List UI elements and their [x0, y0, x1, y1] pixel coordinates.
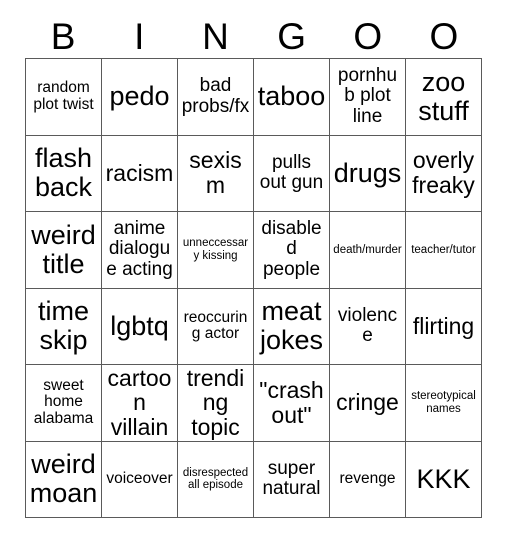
bingo-cell-label: super natural [262, 457, 321, 500]
bingo-cell-label: "crash out" [259, 376, 324, 428]
bingo-header-letter-5: O [429, 16, 459, 57]
bingo-cell-label: reoccuring actor [183, 308, 248, 343]
bingo-cell-label: teacher/tutor [411, 243, 476, 256]
bingo-cell-r1c5[interactable]: pornhub plot line [330, 59, 406, 136]
bingo-cell-r4c2[interactable]: lgbtq [102, 288, 178, 365]
bingo-cell-r2c2[interactable]: racism [102, 135, 178, 212]
bingo-cell-label: anime dialogue acting [106, 217, 173, 280]
bingo-cell-label: cringe [336, 389, 399, 416]
bingo-cell-label: stereotypical names [411, 390, 476, 415]
bingo-cell-label: zoo stuff [418, 66, 469, 126]
bingo-cell-r6c3[interactable]: disrespected all episode [178, 441, 254, 518]
bingo-cell-r1c2[interactable]: pedo [102, 59, 178, 136]
bingo-cell-label: overly freaky [412, 147, 475, 199]
bingo-header-letter-4: O [353, 16, 383, 57]
bingo-cell-r3c1[interactable]: weird title [26, 212, 102, 289]
bingo-cell-r5c5[interactable]: cringe [330, 365, 406, 442]
bingo-cell-label: pornhub plot line [337, 64, 398, 127]
bingo-cell-r6c4[interactable]: super natural [254, 441, 330, 518]
bingo-cell-label: pedo [109, 81, 170, 112]
bingo-cell-label: flirting [412, 312, 475, 339]
bingo-cell-label: cartoon villain [107, 365, 172, 441]
bingo-cell-label: pulls out gun [259, 151, 324, 194]
bingo-cell-label: meat jokes [259, 296, 324, 356]
bingo-cell-r6c1[interactable]: weird moan [26, 441, 102, 518]
bingo-cell-r2c4[interactable]: pulls out gun [254, 135, 330, 212]
bingo-cell-label: racism [105, 159, 174, 186]
bingo-cell-r6c6[interactable]: KKK [406, 441, 482, 518]
bingo-cell-r5c3[interactable]: trending topic [178, 365, 254, 442]
bingo-cell-r4c1[interactable]: time skip [26, 288, 102, 365]
bingo-grid: random plot twist pedo bad probs/fx tabo… [25, 58, 482, 518]
bingo-cell-r4c6[interactable]: flirting [406, 288, 482, 365]
bingo-cell-label: unneccessary kissing [182, 237, 249, 262]
bingo-cell-label: trending topic [186, 365, 245, 441]
bingo-header-row: B I N G O O [25, 0, 482, 58]
bingo-cell-r3c4[interactable]: disabled people [254, 212, 330, 289]
bingo-cell-r3c6[interactable]: teacher/tutor [406, 212, 482, 289]
bingo-cell-label: lgbtq [110, 310, 169, 341]
bingo-card: B I N G O O random plot twist pedo bad p… [0, 0, 506, 544]
bingo-cell-label: weird moan [29, 449, 98, 509]
bingo-cell-label: KKK [416, 463, 471, 494]
bingo-cell-label: bad probs/fx [181, 75, 250, 117]
bingo-header-letter-1: I [134, 16, 145, 57]
bingo-cell-r4c4[interactable]: meat jokes [254, 288, 330, 365]
bingo-cell-r3c2[interactable]: anime dialogue acting [102, 212, 178, 289]
bingo-cell-r4c3[interactable]: reoccuring actor [178, 288, 254, 365]
bingo-header-letter-3: G [277, 16, 306, 57]
bingo-cell-label: disrespected all episode [182, 466, 249, 492]
bingo-cell-r4c5[interactable]: violence [330, 288, 406, 365]
bingo-cell-label: violence [337, 304, 398, 347]
bingo-cell-label: voiceover [106, 469, 173, 487]
bingo-cell-r1c3[interactable]: bad probs/fx [178, 59, 254, 136]
bingo-cell-r2c3[interactable]: sexism [178, 135, 254, 212]
bingo-cell-label: drugs [333, 157, 402, 188]
bingo-cell-label: random plot twist [33, 79, 94, 113]
bingo-cell-r5c4[interactable]: "crash out" [254, 365, 330, 442]
bingo-cell-r1c6[interactable]: zoo stuff [406, 59, 482, 136]
bingo-cell-r6c5[interactable]: revenge [330, 441, 406, 518]
bingo-cell-r2c6[interactable]: overly freaky [406, 135, 482, 212]
bingo-cell-r3c3[interactable]: unneccessary kissing [178, 212, 254, 289]
bingo-cell-label: sweet home alabama [33, 376, 94, 428]
bingo-cell-r1c1[interactable]: random plot twist [26, 59, 102, 136]
bingo-cell-r2c5[interactable]: drugs [330, 135, 406, 212]
bingo-cell-r5c6[interactable]: stereotypical names [406, 365, 482, 442]
bingo-cell-label: time skip [37, 296, 89, 356]
bingo-cell-label: taboo [257, 81, 326, 112]
bingo-cell-label: death/murder [333, 243, 402, 256]
bingo-cell-label: sexism [189, 147, 242, 199]
bingo-header-letter-0: B [50, 16, 76, 57]
bingo-cell-label: revenge [339, 469, 396, 487]
bingo-cell-r1c4[interactable]: taboo [254, 59, 330, 136]
bingo-cell-r2c1[interactable]: flash back [26, 135, 102, 212]
bingo-cell-r6c2[interactable]: voiceover [102, 441, 178, 518]
bingo-cell-label: disabled people [261, 217, 322, 280]
bingo-cell-label: flash back [34, 143, 93, 203]
bingo-cell-label: weird title [31, 219, 96, 279]
bingo-cell-r3c5[interactable]: death/murder [330, 212, 406, 289]
bingo-cell-r5c2[interactable]: cartoon villain [102, 365, 178, 442]
bingo-header-letter-2: N [202, 16, 229, 57]
bingo-cell-r5c1[interactable]: sweet home alabama [26, 365, 102, 442]
